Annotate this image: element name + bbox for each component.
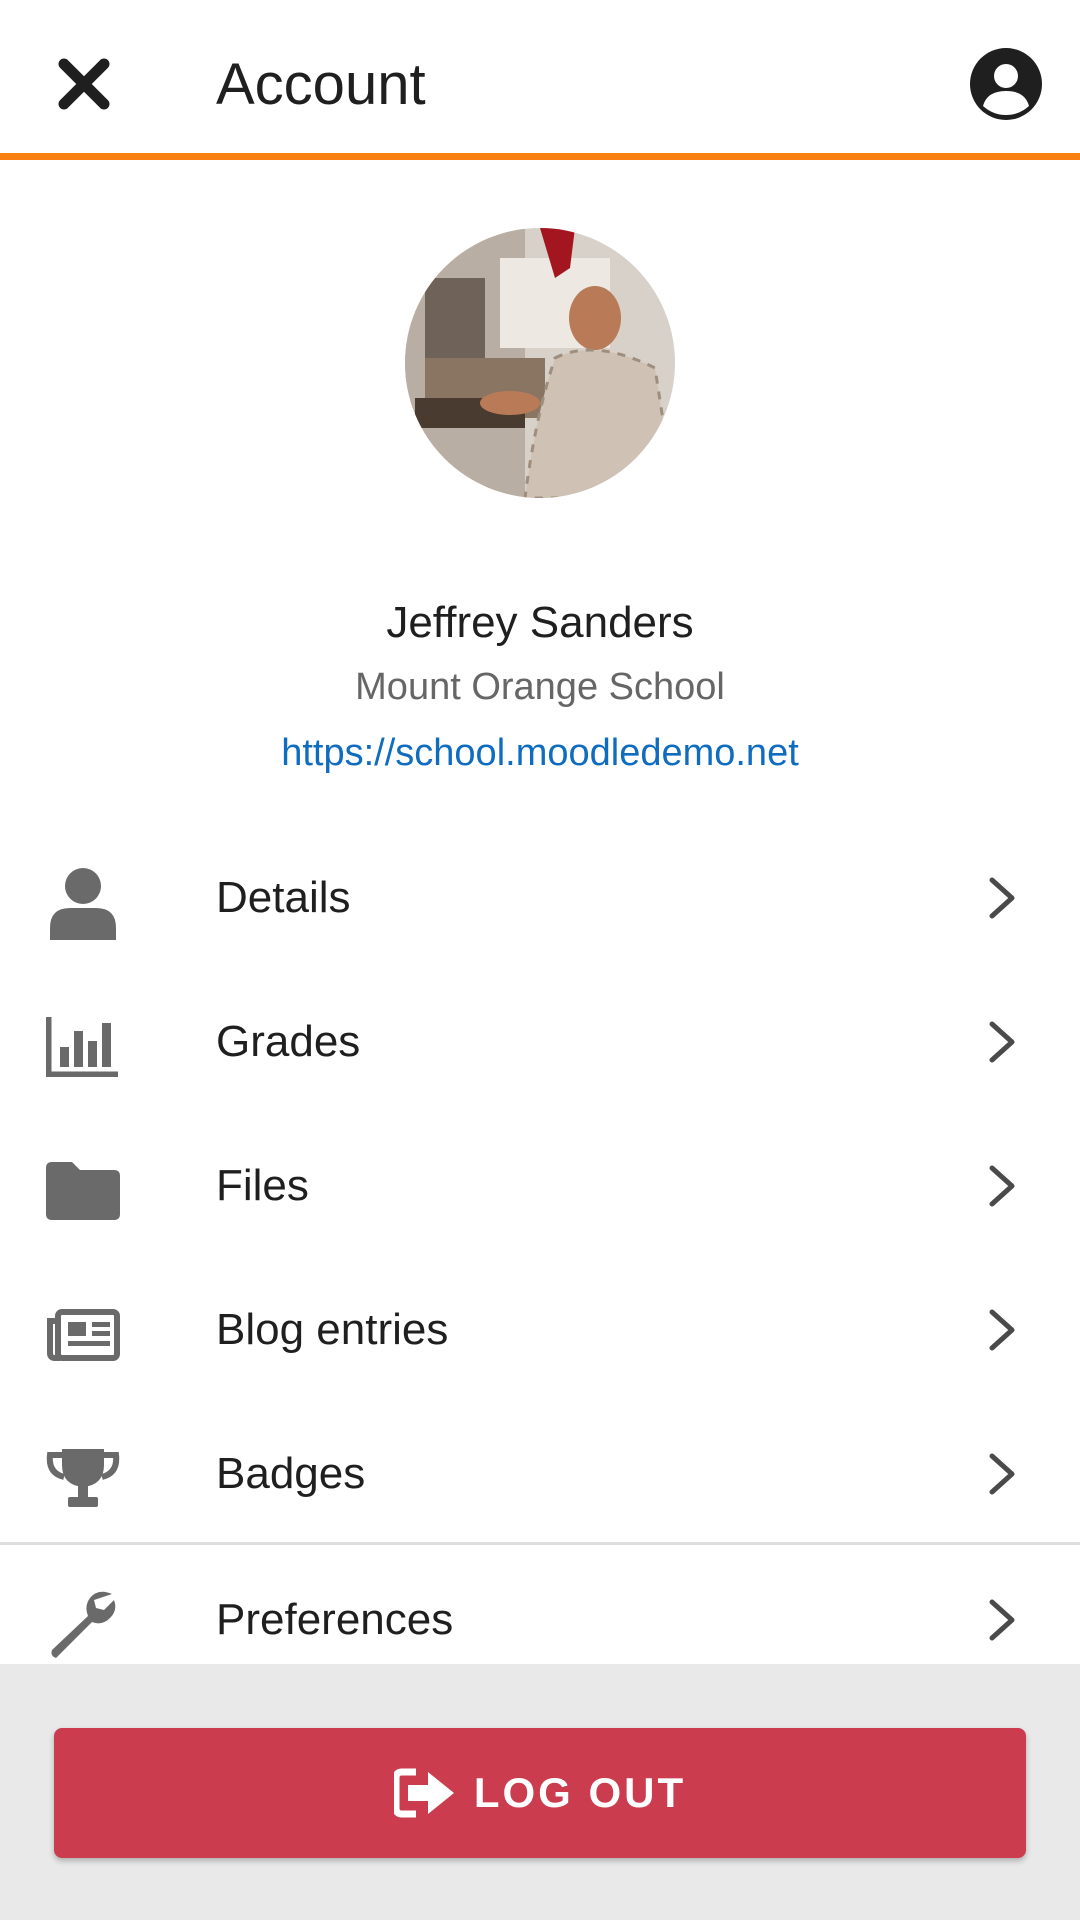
menu-item-files[interactable]: Files [0,1114,1080,1258]
chevron-right-icon [989,877,1015,919]
user-circle-icon [970,48,1042,120]
footer: LOG OUT [0,1664,1080,1920]
menu-item-label: Preferences [216,1595,454,1644]
menu-item-label: Blog entries [216,1305,449,1354]
newspaper-icon [46,1298,120,1372]
chevron-right-icon [989,1309,1015,1351]
menu-item-details[interactable]: Details [0,826,1080,970]
menu-item-blog-entries[interactable]: Blog entries [0,1258,1080,1402]
sign-out-icon [393,1768,454,1818]
folder-icon [46,1154,120,1228]
menu-item-label: Files [216,1161,309,1210]
chevron-right-icon [989,1021,1015,1063]
menu-item-label: Details [216,873,351,922]
logout-button[interactable]: LOG OUT [54,1728,1026,1858]
user-menu-button[interactable] [966,44,1046,124]
site-url-link[interactable]: https://school.moodledemo.net [0,732,1080,775]
close-icon [58,58,110,110]
site-name: Mount Orange School [355,666,725,708]
menu-item-grades[interactable]: Grades [0,970,1080,1114]
menu-item-label: Badges [216,1449,366,1498]
wrench-icon [46,1588,120,1662]
trophy-icon [46,1442,120,1516]
menu-item-badges[interactable]: Badges [0,1402,1080,1546]
chevron-right-icon [989,1599,1015,1641]
chevron-right-icon [989,1453,1015,1495]
user-icon [46,866,120,940]
profile-name: Jeffrey Sanders [386,598,694,647]
logout-label: LOG OUT [473,1769,687,1816]
chevron-right-icon [989,1165,1015,1207]
avatar [405,228,675,498]
menu-divider [0,1542,1080,1545]
bar-chart-icon [46,1010,120,1084]
menu-item-label: Grades [216,1017,361,1066]
app-header: Account [0,0,1080,160]
page-title: Account [216,52,426,117]
close-button[interactable] [44,44,124,124]
